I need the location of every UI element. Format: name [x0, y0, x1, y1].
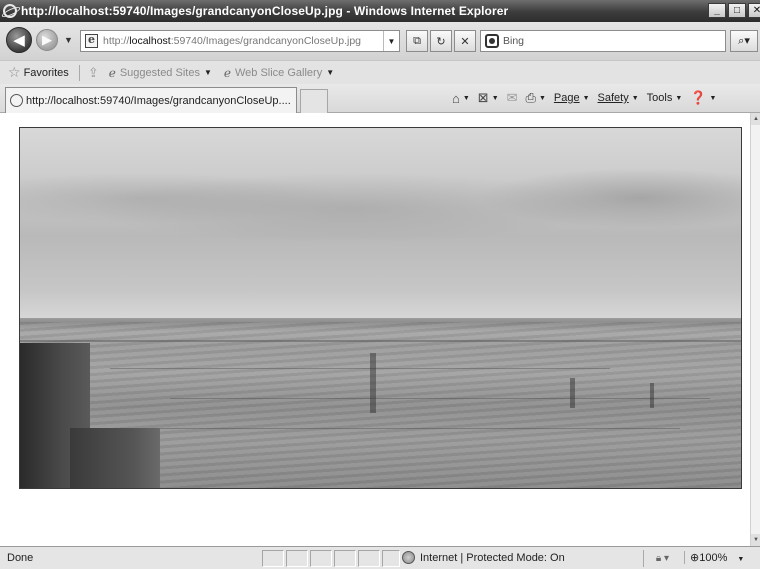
maximize-button[interactable]: □: [728, 3, 746, 18]
home-icon: ⌂: [452, 90, 460, 106]
read-mail-icon: ✉: [506, 90, 518, 105]
window-controls: _ □ ✕: [708, 3, 760, 18]
ie-icon: ℯ: [108, 65, 116, 80]
web-slice-gallery-label: Web Slice Gallery: [234, 66, 323, 79]
compatibility-view-button[interactable]: ⧉: [406, 30, 428, 52]
back-button[interactable]: ◀: [6, 27, 32, 53]
recent-pages-dropdown[interactable]: ▼: [64, 35, 73, 45]
favorites-bar: ☆ Favorites ⇪ ℯ Suggested Sites ▼ ℯ Web …: [0, 60, 760, 84]
compatibility-icon: ⧉: [413, 34, 421, 47]
refresh-icon: ↻: [436, 35, 446, 48]
close-button[interactable]: ✕: [748, 3, 760, 18]
address-bar[interactable]: http://localhost:59740/Images/grandcanyo…: [80, 30, 400, 52]
search-icon: ⌕▾: [738, 35, 750, 47]
tab-label: http://localhost:59740/Images/grandcanyo…: [26, 94, 291, 107]
tools-menu[interactable]: Tools ▼: [647, 92, 683, 104]
stop-icon: ✕: [460, 35, 470, 48]
navigation-bar: ◀ ▶ ▼ http://localhost:59740/Images/gran…: [0, 22, 760, 60]
scroll-up-icon[interactable]: ▲: [751, 113, 760, 125]
forward-button[interactable]: ▶: [36, 29, 58, 51]
read-mail-button[interactable]: ✉: [507, 90, 518, 106]
status-bar: Done Internet | Protected Mode: On 🔒︎ ▾ …: [0, 546, 760, 569]
scroll-down-icon[interactable]: ▼: [751, 534, 760, 546]
tab-bar: http://localhost:59740/Images/grandcanyo…: [0, 84, 760, 113]
help-icon: ❓: [690, 90, 707, 105]
feeds-button[interactable]: ⊠ ▼: [478, 90, 499, 106]
search-box[interactable]: Bing: [480, 30, 726, 52]
home-button[interactable]: ⌂ ▼: [452, 91, 470, 106]
security-zone[interactable]: Internet | Protected Mode: On: [402, 551, 565, 564]
feeds-icon: ⊠: [477, 90, 489, 105]
search-input[interactable]: Bing: [503, 35, 524, 47]
divider: [78, 64, 80, 81]
zoom-control[interactable]: ⊕100% ▼: [684, 551, 744, 564]
zone-label: Internet | Protected Mode: On: [420, 551, 565, 564]
foreground-rocks: [70, 428, 160, 488]
ie-tab-icon: [10, 94, 23, 107]
chevron-down-icon: ▼: [326, 68, 335, 77]
print-icon: ⎙: [525, 90, 536, 105]
minimize-button[interactable]: _: [708, 3, 726, 18]
add-to-favorites-bar-icon[interactable]: ⇪: [88, 65, 99, 81]
grand-canyon-image: [19, 127, 742, 489]
chevron-down-icon: ▼: [737, 556, 745, 563]
vertical-scrollbar[interactable]: ▲ ▼: [750, 113, 760, 546]
help-button[interactable]: ❓ ▼: [690, 90, 716, 106]
favorites-button[interactable]: Favorites: [24, 67, 69, 79]
zoom-icon: ⊕: [690, 552, 700, 564]
back-icon: ◀: [13, 32, 25, 49]
page-content: [0, 113, 750, 546]
command-bar: ⌂ ▼ ⊠ ▼ ✉ ⎙ ▼ Page ▼ Safety ▼ Tools ▼ ❓ ▼: [452, 90, 724, 106]
window-title: http://localhost:59740/Images/grandcanyo…: [21, 4, 509, 18]
safety-menu[interactable]: Safety ▼: [598, 92, 639, 104]
address-text[interactable]: http://localhost:59740/Images/grandcanyo…: [103, 35, 361, 47]
web-slice-icon: ℯ: [223, 65, 231, 80]
tab-current[interactable]: http://localhost:59740/Images/grandcanyo…: [5, 87, 297, 113]
status-text: Done: [7, 552, 34, 564]
web-slice-gallery-button[interactable]: ℯ Web Slice Gallery ▼: [224, 66, 334, 80]
address-dropdown-icon[interactable]: ▼: [383, 31, 399, 51]
shield-icon: 🔒︎: [655, 553, 662, 564]
page-icon: [85, 33, 98, 48]
ie-logo-icon: [3, 4, 17, 18]
print-button[interactable]: ⎙ ▼: [526, 90, 546, 106]
globe-icon: [402, 551, 415, 564]
refresh-button[interactable]: ↻: [430, 30, 452, 52]
suggested-sites-label: Suggested Sites: [119, 66, 200, 79]
protected-mode-button[interactable]: 🔒︎ ▾: [643, 550, 681, 567]
suggested-sites-button[interactable]: ℯ Suggested Sites ▼: [109, 66, 212, 80]
stop-button[interactable]: ✕: [454, 30, 476, 52]
favorites-star-icon[interactable]: ☆: [8, 64, 21, 81]
zoom-level: 100%: [699, 552, 728, 564]
forward-icon: ▶: [42, 32, 52, 47]
new-tab-button[interactable]: [300, 89, 328, 113]
search-button[interactable]: ⌕▾: [730, 30, 758, 52]
bing-icon: [485, 34, 499, 48]
page-menu[interactable]: Page ▼: [554, 92, 590, 104]
chevron-down-icon: ▼: [203, 68, 212, 77]
title-bar: http://localhost:59740/Images/grandcanyo…: [0, 0, 760, 22]
